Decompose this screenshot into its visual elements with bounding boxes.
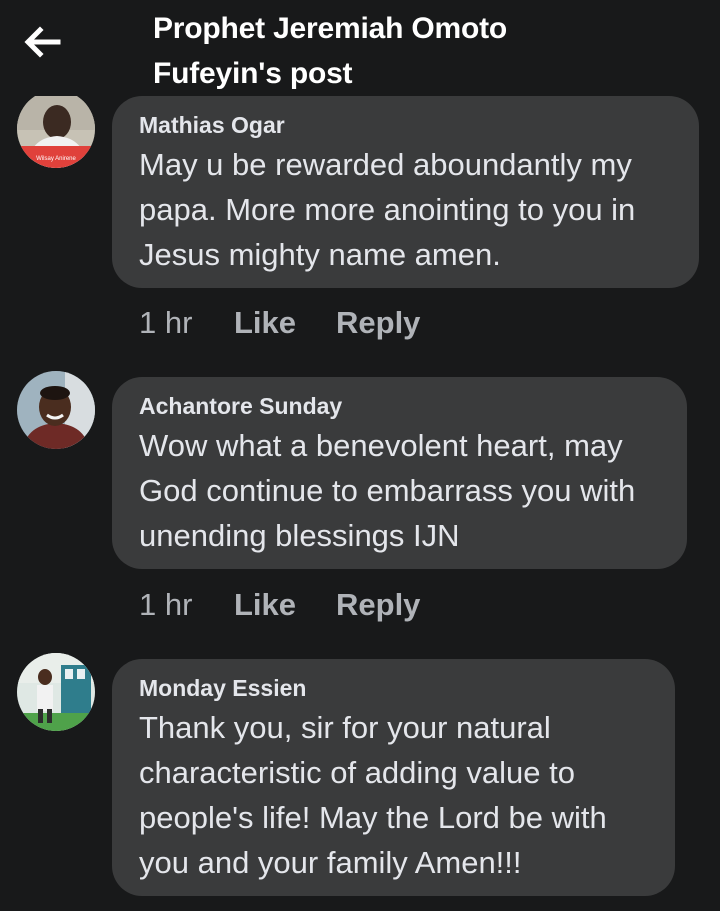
avatar[interactable]: Wilsay Anirene [17, 90, 95, 168]
reply-button[interactable]: Reply [336, 585, 420, 625]
comment-text: May u be rewarded aboundantly my papa. M… [139, 147, 636, 272]
like-button[interactable]: Like [234, 303, 296, 343]
comment-author[interactable]: Monday Essien [139, 673, 649, 703]
comment-bubble[interactable]: Mathias Ogar May u be rewarded aboundant… [112, 96, 699, 288]
avatar-photo [17, 653, 95, 731]
comment-bubble[interactable]: Monday Essien Thank you, sir for your na… [112, 659, 675, 896]
comment-timestamp: 1 hr [139, 305, 193, 340]
avatar[interactable] [17, 653, 95, 731]
comment-author[interactable]: Mathias Ogar [139, 110, 673, 140]
page-title: Prophet Jeremiah Omoto Fufeyin's post [153, 12, 508, 90]
comment-author[interactable]: Achantore Sunday [139, 391, 661, 421]
top-bar: Prophet Jeremiah Omoto Fufeyin's post [0, 0, 720, 96]
arrow-left-icon [24, 26, 61, 58]
like-button[interactable]: Like [234, 585, 296, 625]
avatar[interactable] [17, 371, 95, 449]
avatar-photo [17, 371, 95, 449]
comment-timestamp: 1 hr [139, 587, 193, 622]
comment-text: Wow what a benevolent heart, may God con… [139, 428, 636, 553]
comment-bubble[interactable]: Achantore Sunday Wow what a benevolent h… [112, 377, 687, 569]
back-button[interactable] [22, 24, 70, 60]
avatar-photo: Wilsay Anirene [17, 90, 95, 168]
comment-text: Thank you, sir for your natural characte… [139, 710, 607, 880]
avatar-text: Wilsay Anirene [36, 156, 76, 162]
reply-button[interactable]: Reply [336, 303, 420, 343]
